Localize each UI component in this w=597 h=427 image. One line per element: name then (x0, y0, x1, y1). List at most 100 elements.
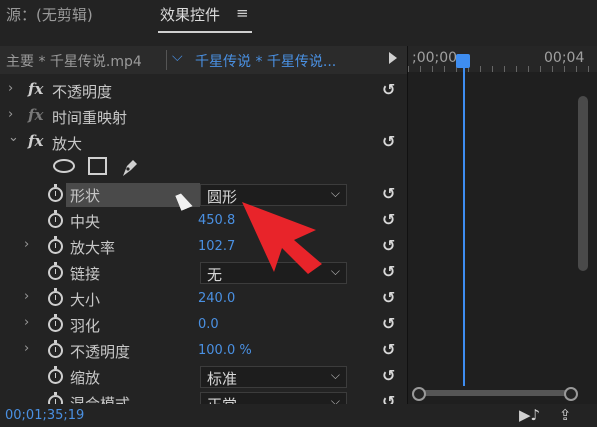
chevron-down-icon: ⌵ (330, 186, 340, 200)
vertical-scrollbar[interactable] (578, 96, 588, 271)
fx-icon[interactable]: fx (28, 80, 43, 98)
playhead-handle[interactable] (456, 54, 470, 68)
reset-icon[interactable]: ↺ (382, 132, 395, 151)
reset-icon[interactable]: ↺ (382, 262, 395, 281)
reset-icon[interactable]: ↺ (382, 314, 395, 333)
source-separator (166, 50, 167, 70)
property-label: 缩放 (70, 369, 101, 387)
play-triangle-icon[interactable] (389, 52, 397, 64)
property-row-scale[interactable]: 缩放 标准 ⌵ ↺ (0, 364, 407, 390)
opacity-value[interactable]: 100.0 % (198, 343, 252, 358)
property-row-link[interactable]: 链接 无 ⌵ ↺ (0, 260, 407, 286)
blend-mode-dropdown[interactable]: 正常 ⌵ (200, 392, 347, 404)
rectangle-mask-icon[interactable] (88, 157, 107, 175)
clip-source-bar: 主要 * 千星传说.mp4 ⌵ 千星传说 * 千星传说... (0, 46, 407, 74)
property-label: 中央 (70, 213, 101, 231)
property-row-center[interactable]: 中央 450.8 ↺ (0, 208, 407, 234)
current-timecode[interactable]: 00;01;35;19 (5, 408, 84, 423)
stopwatch-icon[interactable] (48, 236, 63, 254)
property-label: 大小 (70, 291, 101, 309)
chevron-down-icon[interactable]: ⌄ (8, 130, 19, 145)
fx-icon[interactable]: fx (28, 106, 43, 124)
reset-icon[interactable]: ↺ (382, 236, 395, 255)
status-icons: ▶♪ ⇪ (519, 406, 585, 424)
reset-icon[interactable]: ↺ (382, 392, 395, 404)
magnification-value[interactable]: 102.7 (198, 239, 235, 254)
tab-effect-controls[interactable]: 效果控件 (160, 4, 220, 25)
stopwatch-icon[interactable] (48, 340, 63, 358)
dropdown-value: 无 (207, 266, 223, 284)
chevron-down-icon: ⌵ (330, 394, 340, 404)
chevron-right-icon[interactable]: › (24, 237, 29, 252)
playhead-line[interactable] (463, 68, 465, 386)
chevron-right-icon[interactable]: › (24, 341, 29, 356)
property-row-size[interactable]: › 大小 240.0 ↺ (0, 286, 407, 312)
mask-shape-tools (0, 154, 407, 180)
scale-dropdown[interactable]: 标准 ⌵ (200, 366, 347, 388)
reset-icon[interactable]: ↺ (382, 184, 395, 203)
property-row-shape[interactable]: 形状 圆形 ⌵ ↺ (0, 182, 407, 208)
panel-menu-icon[interactable]: ≡ (236, 4, 249, 22)
property-label: 链接 (70, 265, 101, 283)
property-row-feather[interactable]: › 羽化 0.0 ↺ (0, 312, 407, 338)
annotation-arrow-icon (242, 202, 322, 274)
reset-icon[interactable]: ↺ (382, 366, 395, 385)
chevron-down-icon: ⌵ (330, 264, 340, 278)
reset-icon[interactable]: ↺ (382, 288, 395, 307)
play-audio-icon[interactable]: ▶♪ (519, 406, 540, 424)
sequence-clip-label[interactable]: 千星传说 * 千星传说... (195, 51, 336, 71)
panel-tab-bar: 源：(无剪辑) 效果控件 ≡ (0, 0, 597, 34)
horizontal-zoom-scrollbar[interactable] (412, 387, 578, 401)
master-clip-label[interactable]: 主要 * 千星传说.mp4 (6, 51, 142, 71)
reset-icon[interactable]: ↺ (382, 80, 395, 99)
ellipse-mask-icon[interactable] (53, 159, 75, 173)
chevron-down-icon[interactable]: ⌵ (172, 49, 183, 65)
property-row-magnification[interactable]: › 放大率 102.7 ↺ (0, 234, 407, 260)
chevron-right-icon[interactable]: › (24, 315, 29, 330)
effect-row-magnify[interactable]: ⌄ fx 放大 ↺ (0, 130, 407, 156)
time-ruler[interactable]: ;00;00 00;04 (408, 46, 597, 72)
pen-mask-icon[interactable] (119, 156, 141, 178)
stopwatch-icon[interactable] (48, 366, 63, 384)
ruler-start-time: ;00;00 (412, 50, 458, 66)
chevron-right-icon[interactable]: › (8, 107, 13, 122)
chevron-down-icon: ⌵ (330, 368, 340, 382)
stopwatch-icon[interactable] (48, 288, 63, 306)
tab-source[interactable]: 源：(无剪辑) (6, 4, 93, 25)
dropdown-value: 标准 (207, 370, 238, 388)
effect-row-time-remap[interactable]: › fx 时间重映射 (0, 104, 407, 130)
fx-icon[interactable]: fx (28, 132, 43, 150)
property-label: 羽化 (70, 317, 101, 335)
dropdown-value: 正常 (207, 394, 237, 404)
stopwatch-icon[interactable] (48, 210, 63, 228)
effect-properties-list: › fx 不透明度 ↺ › fx 时间重映射 ⌄ fx 放大 ↺ 形状 圆形 ⌵… (0, 76, 407, 404)
chevron-right-icon[interactable]: › (8, 81, 13, 96)
size-value[interactable]: 240.0 (198, 291, 235, 306)
ruler-end-time: 00;04 (544, 50, 585, 66)
stopwatch-icon[interactable] (48, 314, 63, 332)
effect-label: 不透明度 (52, 83, 113, 101)
dropdown-value: 圆形 (207, 188, 238, 206)
property-label: 放大率 (70, 239, 116, 257)
property-row-blend-mode[interactable]: 混合模式 正常 ⌵ ↺ (0, 390, 407, 404)
effect-row-opacity[interactable]: › fx 不透明度 ↺ (0, 78, 407, 104)
active-tab-underline (158, 31, 252, 33)
stopwatch-icon[interactable] (48, 392, 63, 404)
property-row-opacity[interactable]: › 不透明度 100.0 % ↺ (0, 338, 407, 364)
status-bar: 00;01;35;19 ▶♪ ⇪ (0, 404, 597, 427)
ruler-ticks (408, 66, 597, 72)
chevron-right-icon[interactable]: › (24, 289, 29, 304)
effect-timeline[interactable]: ;00;00 00;04 (407, 46, 597, 404)
center-value[interactable]: 450.8 (198, 213, 235, 228)
effect-label: 放大 (52, 135, 83, 153)
property-label: 形状 (70, 187, 101, 205)
stopwatch-icon[interactable] (48, 262, 63, 280)
feather-value[interactable]: 0.0 (198, 317, 219, 332)
property-label: 混合模式 (70, 395, 131, 404)
stopwatch-icon[interactable] (48, 184, 63, 202)
reset-icon[interactable]: ↺ (382, 210, 395, 229)
effect-label: 时间重映射 (52, 109, 128, 127)
export-icon[interactable]: ⇪ (559, 406, 572, 424)
reset-icon[interactable]: ↺ (382, 340, 395, 359)
property-label: 不透明度 (70, 343, 131, 361)
